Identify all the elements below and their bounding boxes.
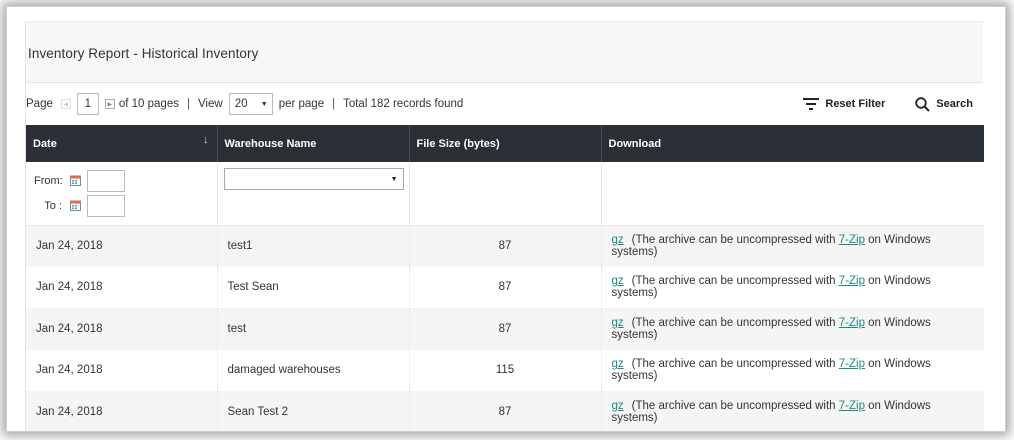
page-label: Page	[26, 98, 53, 110]
reset-filter-label: Reset Filter	[825, 98, 886, 110]
inventory-table: Date ↓ Warehouse Name File Size (bytes) …	[26, 125, 984, 431]
to-label: To :	[44, 199, 62, 212]
file-size-cell: 87	[409, 391, 602, 431]
gz-download-link[interactable]: gz	[612, 358, 624, 370]
page-title: Inventory Report - Historical Inventory	[28, 46, 259, 61]
report-window: Inventory Report - Historical Inventory …	[6, 6, 1006, 432]
column-header-file-size-label: File Size (bytes)	[416, 137, 500, 150]
download-note-prefix: (The archive can be uncompressed with	[631, 358, 839, 371]
warehouse-filter-cell: ▼	[217, 162, 410, 226]
file-size-cell: 87	[409, 266, 602, 308]
7zip-link[interactable]: 7-Zip	[839, 400, 865, 412]
total-records: Total 182 records found	[343, 98, 464, 110]
warehouse-cell: Sean Test 2	[217, 391, 410, 431]
table-row: Jan 24, 2018 test 87 gz (The archive can be …	[26, 308, 984, 350]
table-row: Jan 24, 2018 Test Sean 87 gz (The archive ca…	[26, 266, 984, 308]
warehouse-cell: damaged warehouses	[217, 349, 410, 391]
download-cell: gz (The archive can be uncompressed with …	[601, 391, 984, 431]
column-header-download: Download	[601, 125, 984, 162]
date-cell: Jan 24, 2018	[26, 308, 218, 350]
per-page-value: 20	[234, 98, 248, 110]
sort-descending-icon[interactable]: ↓	[203, 134, 209, 146]
date-cell: Jan 24, 2018	[26, 349, 218, 391]
from-date-input[interactable]	[87, 169, 125, 192]
gz-download-link[interactable]: gz	[612, 234, 624, 246]
to-date-input[interactable]	[87, 194, 125, 217]
7zip-link[interactable]: 7-Zip	[839, 234, 865, 246]
warehouse-cell: Test Sean	[217, 266, 410, 308]
column-header-warehouse[interactable]: Warehouse Name	[217, 125, 410, 162]
table-header-row: Date ↓ Warehouse Name File Size (bytes) …	[26, 125, 984, 162]
view-label: View	[197, 98, 223, 110]
report-panel: Inventory Report - Historical Inventory …	[25, 21, 984, 431]
download-cell: gz (The archive can be uncompressed with …	[601, 266, 984, 308]
search-icon	[915, 96, 931, 112]
column-header-warehouse-label: Warehouse Name	[224, 137, 317, 150]
download-note-prefix: (The archive can be uncompressed with	[631, 399, 839, 412]
gz-download-link[interactable]: gz	[612, 317, 624, 329]
pagination-bar: Page ◀ 1 ▶ of 10 pages | View 20 ▼ per p…	[26, 83, 983, 125]
prev-page-icon[interactable]: ◀	[60, 99, 71, 109]
7zip-link[interactable]: 7-Zip	[839, 275, 865, 287]
7zip-link[interactable]: 7-Zip	[839, 317, 865, 329]
download-note-prefix: (The archive can be uncompressed with	[631, 316, 839, 329]
pager-separator-2: |	[332, 98, 336, 110]
pager-separator: |	[186, 98, 190, 110]
download-cell: gz (The archive can be uncompressed with …	[601, 225, 984, 267]
download-note-prefix: (The archive can be uncompressed with	[631, 234, 839, 246]
file-size-cell: 87	[409, 308, 602, 350]
table-row: Jan 24, 2018 Sean Test 2 87 gz (The archive …	[26, 391, 984, 431]
calendar-icon[interactable]	[70, 200, 81, 211]
download-note-prefix: (The archive can be uncompressed with	[631, 275, 839, 288]
warehouse-filter-select[interactable]: ▼	[223, 168, 404, 190]
download-cell: gz (The archive can be uncompressed with …	[601, 308, 984, 350]
page-number-input[interactable]: 1	[76, 93, 99, 115]
filter-icon	[803, 98, 820, 110]
warehouse-cell: test	[217, 308, 410, 350]
date-filter-cell: From: To:	[26, 162, 218, 226]
column-header-file-size[interactable]: File Size (bytes)	[409, 125, 602, 162]
per-page-label: per page	[278, 98, 325, 110]
warehouse-cell: test1	[217, 225, 410, 267]
search-label: Search	[936, 98, 973, 110]
toolbar: Reset Filter Search	[773, 83, 973, 125]
table-body: Jan 24, 2018 test1 87 gz (The archive can be…	[26, 225, 984, 431]
download-filter-cell	[601, 162, 984, 226]
filter-row: From: To: ▼	[26, 162, 984, 226]
column-header-date[interactable]: Date ↓	[26, 125, 218, 162]
table-row: Jan 24, 2018 damaged warehouses 115 gz (The …	[26, 349, 984, 391]
gz-download-link[interactable]: gz	[612, 400, 624, 412]
per-page-select[interactable]: 20 ▼	[228, 93, 273, 115]
table-row: Jan 24, 2018 test1 87 gz (The archive can be…	[26, 225, 984, 267]
gz-download-link[interactable]: gz	[612, 275, 624, 287]
download-cell: gz (The archive can be uncompressed with …	[601, 349, 984, 391]
date-cell: Jan 24, 2018	[26, 225, 218, 267]
next-page-icon[interactable]: ▶	[104, 99, 115, 109]
file-size-cell: 87	[409, 225, 602, 267]
size-filter-cell	[409, 162, 602, 226]
7zip-link[interactable]: 7-Zip	[839, 358, 865, 370]
page-count: of 10 pages	[118, 98, 179, 110]
reset-filter-button[interactable]: Reset Filter	[803, 98, 885, 110]
calendar-icon[interactable]	[70, 175, 81, 186]
date-cell: Jan 24, 2018	[26, 266, 218, 308]
title-bar: Inventory Report - Historical Inventory	[26, 21, 983, 83]
from-label: From:	[34, 174, 63, 187]
date-cell: Jan 24, 2018	[26, 391, 218, 431]
column-header-date-label: Date	[33, 137, 57, 150]
search-button[interactable]: Search	[915, 96, 973, 112]
column-header-download-label: Download	[608, 137, 662, 150]
chevron-down-icon: ▼	[390, 175, 398, 183]
file-size-cell: 115	[409, 349, 602, 391]
chevron-down-icon: ▼	[260, 100, 268, 108]
